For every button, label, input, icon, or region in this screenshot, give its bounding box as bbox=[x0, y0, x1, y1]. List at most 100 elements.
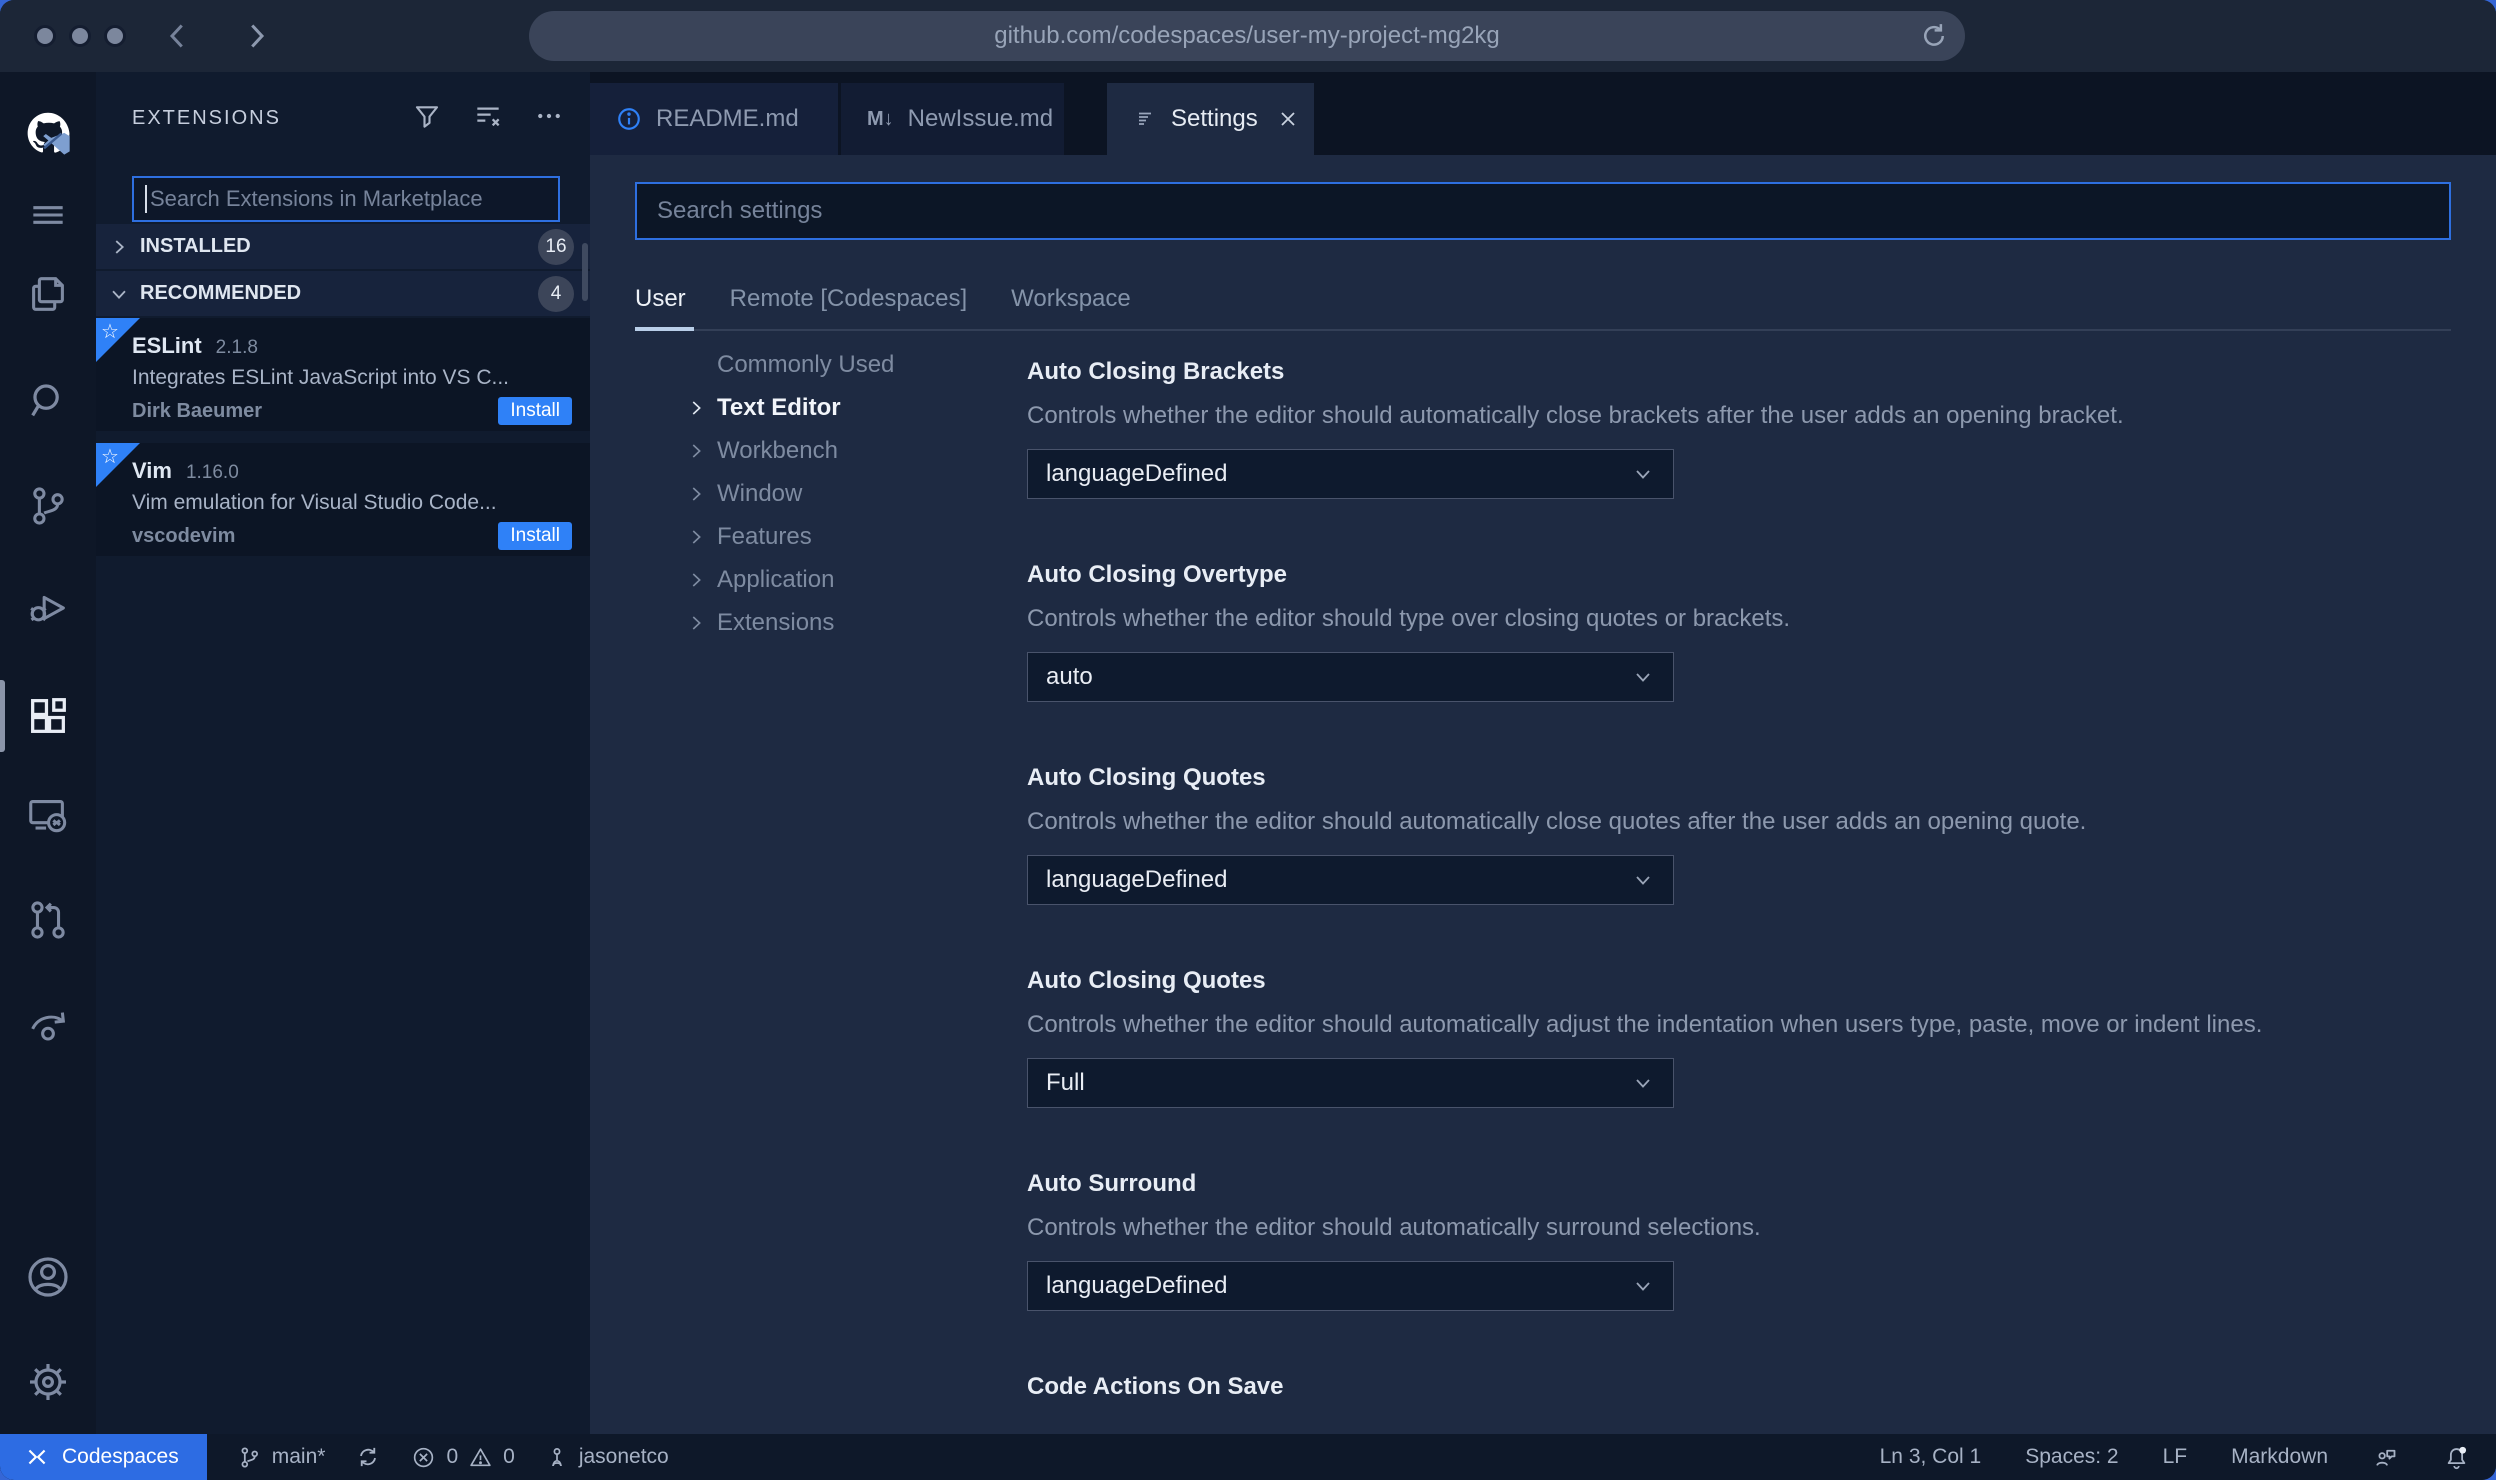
pull-request-icon[interactable] bbox=[24, 896, 72, 944]
eol-status[interactable]: LF bbox=[2163, 1445, 2188, 1469]
status-bar: Codespaces main* 0 0 jasonetco Ln 3, Col… bbox=[0, 1434, 2496, 1480]
menu-icon[interactable] bbox=[24, 191, 72, 239]
errors-icon bbox=[414, 1447, 434, 1467]
setting-dropdown[interactable]: Full bbox=[1027, 1058, 1674, 1108]
section-installed[interactable]: INSTALLED 16 bbox=[96, 224, 590, 269]
indentation-status[interactable]: Spaces: 2 bbox=[2025, 1445, 2118, 1469]
activity-bar bbox=[0, 72, 96, 1434]
chevron-down-icon bbox=[112, 290, 126, 299]
problems-status[interactable]: 0 0 bbox=[411, 1445, 515, 1470]
address-bar[interactable]: github.com/codespaces/user-my-project-mg… bbox=[529, 11, 1965, 61]
setting-entry: Code Actions On Save bbox=[1027, 1372, 2451, 1402]
extensions-search-input[interactable] bbox=[132, 176, 560, 222]
extension-version: 1.16.0 bbox=[185, 462, 239, 483]
feedback-icon[interactable] bbox=[2372, 1444, 2399, 1471]
remote-explorer-icon[interactable] bbox=[24, 791, 72, 839]
toc-item-window[interactable]: Window bbox=[685, 472, 1027, 515]
cursor-position[interactable]: Ln 3, Col 1 bbox=[1880, 1445, 1982, 1469]
setting-entry: Auto Closing Quotes Controls whether the… bbox=[1027, 966, 2451, 1108]
dropdown-value: Full bbox=[1046, 1069, 1085, 1096]
tab-readme[interactable]: README.md bbox=[590, 83, 838, 155]
settings-search-input[interactable] bbox=[635, 182, 2451, 240]
person-icon bbox=[551, 1448, 562, 1467]
extensions-sidebar: EXTENSIONS INSTALLED 16 RECOMMENDED 4 bbox=[96, 72, 590, 1434]
extension-publisher: vscodevim bbox=[132, 524, 236, 547]
extension-description: Vim emulation for Visual Studio Code... bbox=[132, 491, 497, 514]
sidebar-title: EXTENSIONS bbox=[132, 106, 281, 129]
sync-status[interactable] bbox=[355, 1444, 381, 1470]
notifications-bell-icon[interactable] bbox=[2443, 1444, 2470, 1471]
setting-description: Controls whether the editor should autom… bbox=[1027, 402, 2124, 429]
tab-settings[interactable]: Settings bbox=[1107, 83, 1314, 155]
tab-newissue[interactable]: M↓ NewIssue.md bbox=[841, 83, 1064, 155]
clear-list-icon[interactable] bbox=[472, 100, 504, 137]
setting-description: Controls whether the editor should autom… bbox=[1027, 808, 2087, 835]
settings-gear-icon[interactable] bbox=[24, 1358, 72, 1406]
scope-tab-remote[interactable]: Remote [Codespaces] bbox=[730, 285, 967, 313]
run-debug-icon[interactable] bbox=[24, 584, 72, 632]
address-bar-url: github.com/codespaces/user-my-project-mg… bbox=[994, 22, 1500, 49]
forward-icon[interactable] bbox=[238, 18, 274, 54]
extension-list-item[interactable]: ☆ Vim 1.16.0 Vim emulation for Visual St… bbox=[96, 443, 590, 556]
search-icon[interactable] bbox=[24, 377, 72, 425]
sidebar-scrollbar-thumb[interactable] bbox=[582, 243, 588, 301]
toc-item-workbench[interactable]: Workbench bbox=[685, 429, 1027, 472]
tab-label: README.md bbox=[656, 105, 799, 132]
explorer-icon[interactable] bbox=[24, 270, 72, 318]
window-close-button[interactable] bbox=[34, 25, 56, 47]
language-mode[interactable]: Markdown bbox=[2231, 1445, 2328, 1469]
warnings-icon bbox=[470, 1447, 491, 1466]
tab-label: NewIssue.md bbox=[907, 105, 1054, 132]
more-actions-icon[interactable] bbox=[534, 101, 564, 136]
info-icon bbox=[618, 108, 640, 130]
section-label: INSTALLED bbox=[140, 235, 251, 257]
source-control-icon[interactable] bbox=[24, 482, 72, 530]
setting-entry: Auto Surround Controls whether the edito… bbox=[1027, 1169, 2451, 1311]
scope-tab-workspace[interactable]: Workspace bbox=[1011, 285, 1131, 313]
toc-item-features[interactable]: Features bbox=[685, 515, 1027, 558]
back-icon[interactable] bbox=[160, 18, 196, 54]
window-zoom-button[interactable] bbox=[104, 25, 126, 47]
toc-item-extensions[interactable]: Extensions bbox=[685, 601, 1027, 644]
install-button[interactable]: Install bbox=[498, 522, 572, 550]
user-status[interactable]: jasonetco bbox=[545, 1445, 669, 1469]
chevron-down-icon bbox=[1631, 1071, 1655, 1095]
install-button[interactable]: Install bbox=[498, 397, 572, 425]
section-recommended[interactable]: RECOMMENDED 4 bbox=[96, 271, 590, 316]
filter-icon[interactable] bbox=[412, 101, 442, 136]
text-caret bbox=[145, 185, 147, 213]
dropdown-value: languageDefined bbox=[1046, 460, 1228, 487]
dropdown-value: auto bbox=[1046, 663, 1093, 690]
account-icon[interactable] bbox=[24, 1253, 72, 1301]
extension-name: ESLint bbox=[132, 333, 202, 358]
setting-dropdown[interactable]: languageDefined bbox=[1027, 449, 1674, 499]
reload-icon[interactable] bbox=[1919, 21, 1949, 58]
setting-dropdown[interactable]: languageDefined bbox=[1027, 855, 1674, 905]
setting-dropdown[interactable]: auto bbox=[1027, 652, 1674, 702]
setting-dropdown[interactable]: languageDefined bbox=[1027, 1261, 1674, 1311]
remote-icon bbox=[28, 1449, 46, 1465]
dropdown-value: languageDefined bbox=[1046, 1272, 1228, 1299]
toc-item-text-editor[interactable]: Text Editor bbox=[685, 386, 1027, 429]
extension-description: Integrates ESLint JavaScript into VS C..… bbox=[132, 366, 510, 389]
remote-indicator[interactable]: Codespaces bbox=[0, 1434, 207, 1480]
section-label: RECOMMENDED bbox=[140, 282, 302, 304]
chevron-right-icon bbox=[685, 526, 707, 548]
live-share-icon[interactable] bbox=[24, 1001, 72, 1049]
chevron-right-icon bbox=[685, 440, 707, 462]
scope-tab-user[interactable]: User bbox=[635, 285, 694, 331]
toc-item-commonly-used[interactable]: Commonly Used bbox=[685, 343, 1027, 386]
chevron-right-icon bbox=[685, 397, 707, 419]
close-icon[interactable] bbox=[1276, 107, 1300, 131]
extension-list-item[interactable]: ☆ ESLint 2.1.8 Integrates ESLint JavaScr… bbox=[96, 318, 590, 431]
branch-status[interactable]: main* bbox=[237, 1445, 325, 1470]
toc-item-application[interactable]: Application bbox=[685, 558, 1027, 601]
tab-label: Settings bbox=[1171, 105, 1258, 132]
chevron-down-icon bbox=[1631, 462, 1655, 486]
window-minimize-button[interactable] bbox=[69, 25, 91, 47]
settings-scope-tabs: User Remote [Codespaces] Workspace bbox=[635, 285, 2451, 331]
chevron-right-icon bbox=[685, 483, 707, 505]
setting-title: Auto Closing Quotes bbox=[1027, 967, 1266, 994]
chevron-right-icon bbox=[115, 239, 125, 254]
extensions-icon[interactable] bbox=[24, 692, 72, 740]
